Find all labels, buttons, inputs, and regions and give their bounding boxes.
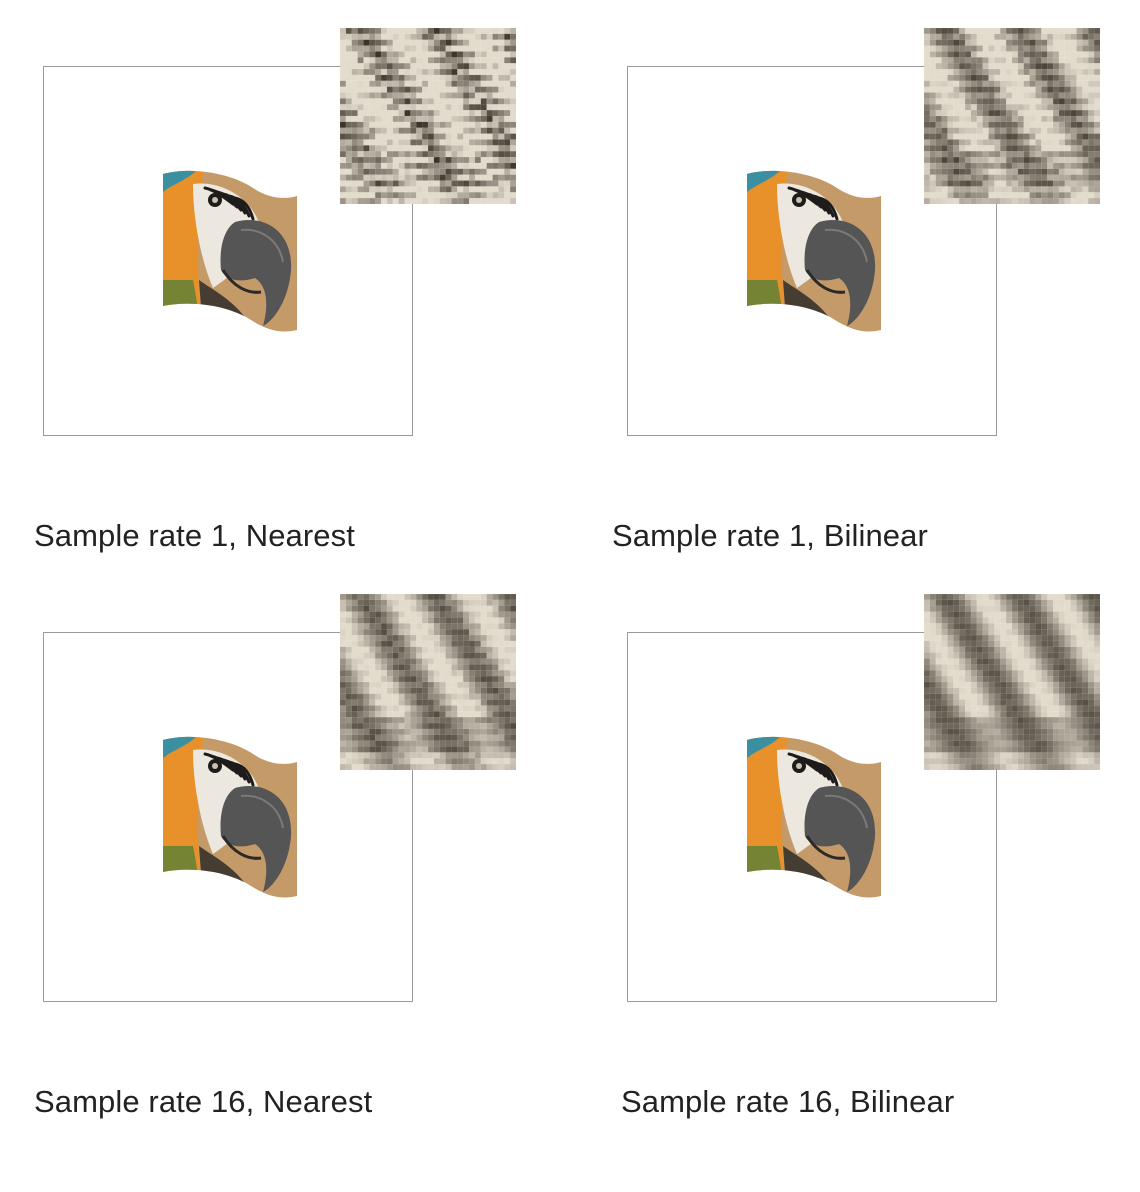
render-panel-nearest-rate1: Sample rate 1, Nearest [34,28,603,626]
warped-parrot-image [747,170,881,332]
parrot-photo [747,170,881,332]
zoomed-pixel-grid [340,594,516,770]
pixel-zoom-inset [340,28,516,204]
parrot-photo [747,736,881,898]
zoomed-pixel-grid [924,28,1100,204]
pixel-zoom-inset [924,28,1100,204]
zoomed-pixel-grid [340,28,516,204]
warped-parrot-image [163,170,297,332]
panel-caption: Sample rate 16, Bilinear [621,1084,955,1119]
panel-caption: Sample rate 1, Bilinear [612,518,928,553]
pixel-zoom-inset [924,594,1100,770]
parrot-photo [163,170,297,332]
panel-caption: Sample rate 16, Nearest [34,1084,373,1119]
warped-parrot-image [747,736,881,898]
parrot-photo [163,736,297,898]
panel-caption: Sample rate 1, Nearest [34,518,355,553]
pixel-zoom-inset [340,594,516,770]
render-panel-nearest-rate16: Sample rate 16, Nearest [34,594,603,1192]
warped-parrot-image [163,736,297,898]
render-panel-bilinear-rate16: Sample rate 16, Bilinear [621,594,1140,1192]
render-panel-bilinear-rate1: Sample rate 1, Bilinear [612,28,1140,626]
zoomed-pixel-grid [924,594,1100,770]
